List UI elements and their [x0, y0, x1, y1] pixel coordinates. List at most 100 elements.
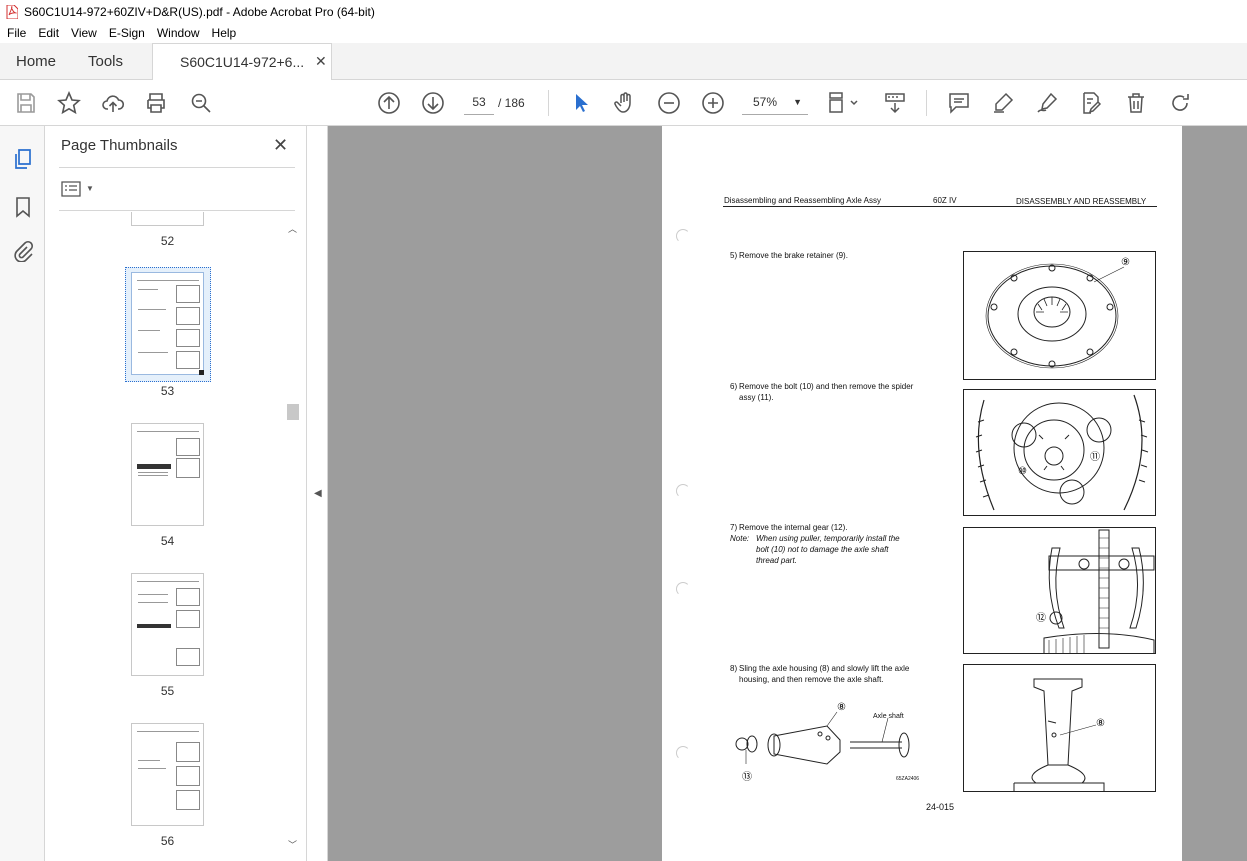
bookmark-star-icon[interactable]	[57, 90, 81, 115]
menu-file[interactable]: File	[0, 26, 32, 40]
figure-axle-housing: ⑧	[963, 664, 1156, 792]
figure-code: 65ZA2406	[896, 776, 920, 782]
menu-view[interactable]: View	[65, 26, 103, 40]
zoom-value: 57%	[753, 95, 778, 109]
prev-page-icon[interactable]	[377, 91, 401, 115]
page-thumbnails-icon[interactable]	[12, 148, 34, 170]
thumbnail-page-56[interactable]	[131, 723, 204, 826]
title-bar: S60C1U14-972+60ZIV+D&R(US).pdf - Adobe A…	[0, 0, 1247, 23]
chevron-down-icon: ▼	[793, 97, 802, 107]
thumbnail-page-52[interactable]	[131, 212, 204, 226]
divider	[59, 167, 295, 168]
callout-10: ⑩	[1018, 466, 1027, 477]
delete-icon[interactable]	[1124, 91, 1148, 115]
tab-home[interactable]: Home	[16, 43, 56, 80]
step-text: Remove the brake retainer (9).	[739, 251, 848, 260]
rotate-icon[interactable]	[1168, 91, 1192, 115]
zoom-in-icon[interactable]	[701, 91, 725, 115]
thumbnail-label: 53	[160, 384, 175, 398]
tab-bar: Home Tools S60C1U14-972+6... ✕	[0, 43, 1247, 81]
thumbnail-options-icon[interactable]	[61, 181, 81, 197]
menu-esign[interactable]: E-Sign	[103, 26, 151, 40]
thumbnail-label: 54	[160, 534, 175, 548]
punch-hole	[676, 746, 690, 760]
menu-window[interactable]: Window	[151, 26, 206, 40]
window-title: S60C1U14-972+60ZIV+D&R(US).pdf - Adobe A…	[24, 4, 375, 19]
step-text-cont: assy (11).	[739, 393, 774, 402]
navigation-rail	[0, 126, 45, 861]
comment-icon[interactable]	[947, 91, 971, 115]
menu-help[interactable]: Help	[206, 26, 243, 40]
toolbar: 53 / 186 57% ▼	[0, 80, 1247, 126]
header-rule	[723, 206, 1157, 207]
panel-title: Page Thumbnails	[61, 137, 178, 154]
step-text: Sling the axle housing (8) and slowly li…	[739, 664, 910, 673]
tab-tools[interactable]: Tools	[88, 43, 123, 80]
scroll-mode-icon[interactable]	[883, 91, 907, 115]
zoom-out-icon[interactable]	[657, 91, 681, 115]
thumbnail-page-54[interactable]	[131, 423, 204, 526]
acrobat-pdf-icon	[6, 4, 18, 19]
page-fit-icon[interactable]	[826, 91, 862, 115]
chevron-down-icon[interactable]: ▼	[86, 184, 94, 193]
page-number: 24-015	[926, 802, 955, 812]
close-icon[interactable]: ✕	[273, 135, 288, 156]
pdf-page: Disassembling and Reassembling Axle Assy…	[662, 126, 1182, 861]
toolbar-divider	[926, 90, 927, 116]
page-header-left: Disassembling and Reassembling Axle Assy	[724, 196, 881, 205]
zoom-select[interactable]: 57% ▼	[742, 90, 808, 115]
step-text: Remove the internal gear (12).	[739, 523, 848, 532]
step-number: 5)	[730, 251, 738, 260]
attachments-icon[interactable]	[12, 240, 34, 263]
page-header-mid: 60Z IV	[933, 196, 957, 205]
upload-cloud-icon[interactable]	[101, 91, 125, 115]
punch-hole	[676, 229, 690, 243]
tab-document[interactable]: S60C1U14-972+6... ✕	[152, 43, 332, 81]
panel-splitter[interactable]: ◀	[307, 126, 328, 861]
highlight-icon[interactable]	[991, 91, 1015, 115]
bookmarks-icon[interactable]	[13, 196, 33, 218]
step-text-cont: housing, and then remove the axle shaft.	[739, 675, 884, 684]
step-number: 6)	[730, 382, 738, 391]
callout-8: ⑧	[1096, 718, 1105, 729]
thumbnail-page-55[interactable]	[131, 573, 204, 676]
note-text: thread part.	[756, 556, 797, 565]
page-number-input[interactable]: 53	[464, 90, 494, 115]
thumbnails-panel: Page Thumbnails ✕ ▼ 52 53 54 55 56 ︿ ﹀	[45, 126, 307, 861]
page-count: / 186	[498, 96, 525, 110]
scroll-up-icon[interactable]: ︿	[288, 222, 297, 235]
callout-9: ⑨	[1121, 257, 1130, 268]
scrollbar-thumb[interactable]	[287, 404, 299, 420]
thumbnail-label: 55	[160, 684, 175, 698]
print-icon[interactable]	[144, 91, 168, 115]
step-number: 8)	[730, 664, 738, 673]
edit-pdf-icon[interactable]	[1079, 91, 1103, 115]
thumbnail-label: 56	[160, 834, 175, 848]
thumbnail-page-53[interactable]	[131, 272, 204, 375]
callout-12: ⑫	[1036, 613, 1046, 624]
tab-document-label: S60C1U14-972+6...	[180, 54, 305, 70]
figure-brake-retainer: ⑨	[963, 251, 1156, 380]
note-text: bolt (10) not to damage the axle shaft	[756, 545, 889, 554]
step-number: 7)	[730, 523, 738, 532]
menu-edit[interactable]: Edit	[32, 26, 65, 40]
figure-spider-assy: ⑩ ⑪	[963, 389, 1156, 516]
callout-13: ⑬	[742, 772, 752, 783]
collapse-arrow-icon[interactable]: ◀	[314, 488, 322, 499]
callout-8: ⑧	[837, 702, 846, 713]
next-page-icon[interactable]	[421, 91, 445, 115]
zoom-search-icon[interactable]	[189, 91, 213, 115]
tab-close-icon[interactable]: ✕	[315, 53, 327, 70]
toolbar-divider	[548, 90, 549, 116]
scroll-down-icon[interactable]: ﹀	[288, 838, 297, 851]
save-icon[interactable]	[14, 91, 38, 115]
note-label: Note:	[730, 534, 750, 543]
select-cursor-icon[interactable]	[569, 91, 593, 115]
note-text: When using puller, temporarily install t…	[756, 534, 900, 543]
callout-11: ⑪	[1090, 452, 1100, 463]
sign-icon[interactable]	[1035, 91, 1059, 115]
hand-icon[interactable]	[613, 91, 637, 115]
divider	[59, 210, 295, 211]
step-text: Remove the bolt (10) and then remove the…	[739, 382, 914, 391]
thumbnail-label: 52	[160, 234, 175, 248]
